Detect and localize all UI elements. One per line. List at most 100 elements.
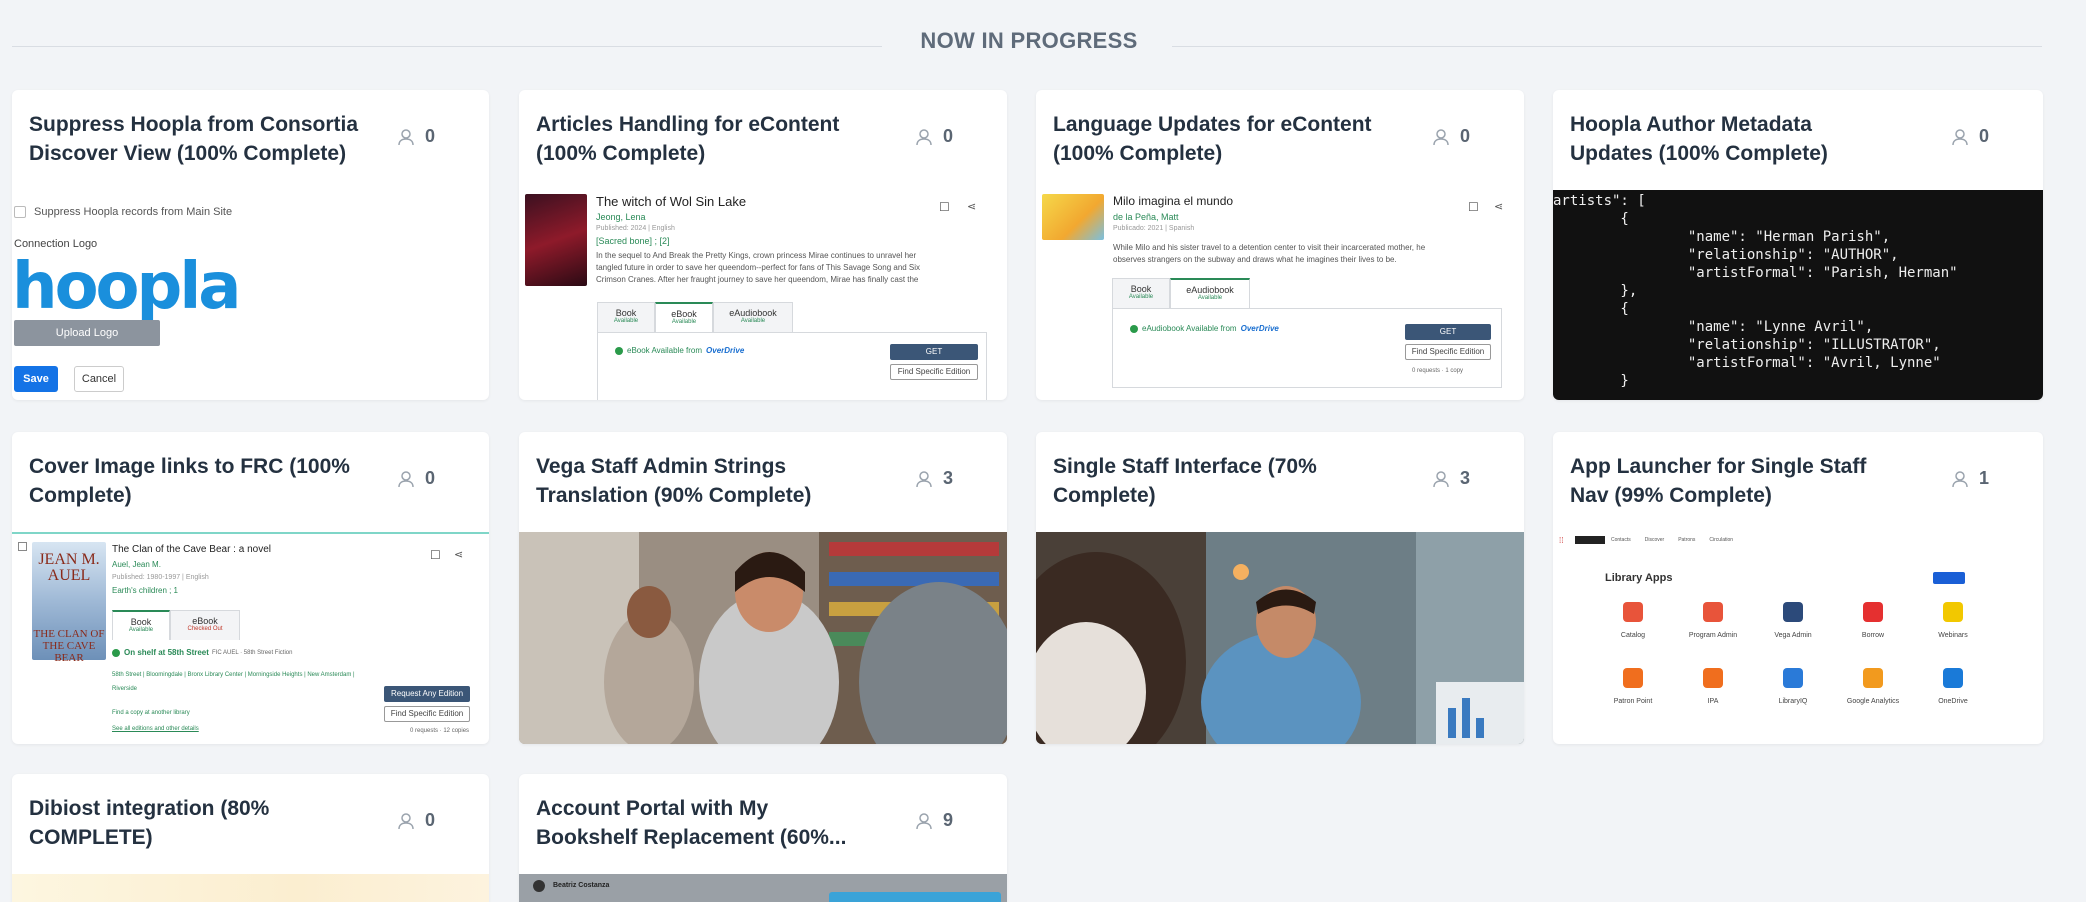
select-checkbox[interactable] — [18, 542, 27, 551]
book-author[interactable]: de la Peña, Matt — [1113, 212, 1179, 222]
card-title[interactable]: App Launcher for Single Staff Nav (99% C… — [1570, 452, 1900, 510]
roadmap-card[interactable]: App Launcher for Single Staff Nav (99% C… — [1553, 432, 2043, 744]
save-button[interactable]: Save — [14, 366, 58, 392]
nav-item[interactable]: Circulation — [1709, 537, 1733, 543]
section-header: NOW IN PROGRESS — [12, 20, 2042, 60]
vote-count[interactable]: 0 — [914, 126, 953, 147]
roadmap-card[interactable]: Hoopla Author Metadata Updates (100% Com… — [1553, 90, 2043, 400]
app-tile[interactable]: Catalog — [1593, 602, 1673, 639]
nav-item[interactable]: Discover — [1645, 537, 1664, 543]
nav-item[interactable]: Patrons — [1678, 537, 1695, 543]
checkbox-box[interactable] — [14, 206, 26, 218]
card-title[interactable]: Account Portal with My Bookshelf Replace… — [536, 794, 866, 852]
card-thumbnail: Suppress Hoopla records from Main Site C… — [12, 190, 489, 400]
app-tile[interactable]: OneDrive — [1913, 668, 1993, 705]
cancel-button[interactable]: Cancel — [74, 366, 124, 392]
book-title[interactable]: The witch of Wol Sin Lake — [596, 194, 746, 209]
user-icon — [398, 128, 414, 145]
app-tile[interactable]: Patron Point — [1593, 668, 1673, 705]
card-title[interactable]: Articles Handling for eContent (100% Com… — [536, 110, 866, 168]
roadmap-card[interactable]: Dibiost integration (80% COMPLETE) 0 — [12, 774, 489, 902]
tab-ebook[interactable]: eBook Checked Out — [170, 610, 240, 640]
app-tile[interactable]: IPA — [1673, 668, 1753, 705]
tab-book[interactable]: Book Available — [112, 610, 170, 640]
branch-list[interactable]: 58th Street | Bloomingdale | Bronx Libra… — [112, 668, 362, 696]
app-tile[interactable]: Google Analytics — [1833, 668, 1913, 705]
card-title[interactable]: Hoopla Author Metadata Updates (100% Com… — [1570, 110, 1900, 168]
divider — [1172, 46, 2042, 47]
check-icon — [615, 346, 623, 355]
section-title: NOW IN PROGRESS — [920, 28, 1138, 53]
find-copy-link[interactable]: Find a copy at another library — [112, 710, 190, 716]
vote-count[interactable]: 9 — [914, 810, 953, 831]
roadmap-card[interactable]: Single Staff Interface (70% Complete) 3 — [1036, 432, 1524, 744]
roadmap-card[interactable]: Vega Staff Admin Strings Translation (90… — [519, 432, 1007, 744]
vote-count[interactable]: 0 — [1431, 126, 1470, 147]
card-title[interactable]: Dibiost integration (80% COMPLETE) — [29, 794, 359, 852]
vote-count[interactable]: 1 — [1950, 468, 1989, 489]
book-title[interactable]: Milo imagina el mundo — [1113, 194, 1233, 208]
app-icon — [1703, 668, 1723, 688]
user-icon — [916, 812, 932, 829]
filter-button[interactable] — [1933, 572, 1965, 584]
bookmark-icon[interactable]: ☐ — [1468, 200, 1479, 214]
book-author[interactable]: Auel, Jean M. — [112, 560, 161, 569]
card-title[interactable]: Cover Image links to FRC (100% Complete) — [29, 452, 359, 510]
vote-count[interactable]: 3 — [1431, 468, 1470, 489]
roadmap-card[interactable]: Suppress Hoopla from Consortia Discover … — [12, 90, 489, 400]
vote-number: 3 — [942, 468, 953, 488]
suppress-checkbox[interactable]: Suppress Hoopla records from Main Site — [14, 206, 232, 218]
card-title[interactable]: Single Staff Interface (70% Complete) — [1053, 452, 1383, 510]
code-snippet: artists": [ { "name": "Herman Parish", "… — [1553, 190, 2043, 400]
app-tile[interactable]: Borrow — [1833, 602, 1913, 639]
book-series[interactable]: Earth's children ; 1 — [112, 586, 178, 595]
app-label: Program Admin — [1688, 632, 1738, 639]
share-icon[interactable]: ⋖ — [1494, 200, 1503, 213]
share-icon[interactable]: ⋖ — [454, 548, 463, 561]
vote-count[interactable]: 0 — [396, 126, 435, 147]
app-tile[interactable]: Program Admin — [1673, 602, 1753, 639]
get-button[interactable]: GET — [1405, 324, 1491, 340]
app-tile[interactable]: LibraryIQ — [1753, 668, 1833, 705]
share-icon[interactable]: ⋖ — [967, 200, 976, 213]
nav-item[interactable]: Contacts — [1611, 537, 1631, 543]
tab-eaudiobook[interactable]: eAudiobook Available — [713, 302, 793, 332]
app-tile[interactable]: Webinars — [1913, 602, 1993, 639]
card-title[interactable]: Vega Staff Admin Strings Translation (90… — [536, 452, 866, 510]
tab-eaudiobook[interactable]: eAudiobook Available — [1170, 278, 1250, 308]
roadmap-card[interactable]: Account Portal with My Bookshelf Replace… — [519, 774, 1007, 902]
book-cover — [525, 194, 587, 286]
card-title[interactable]: Language Updates for eContent (100% Comp… — [1053, 110, 1383, 168]
bookmark-icon[interactable]: ☐ — [939, 200, 950, 214]
roadmap-card[interactable]: Language Updates for eContent (100% Comp… — [1036, 90, 1524, 400]
see-all-link[interactable]: See all editions and other details — [112, 726, 199, 732]
vote-count[interactable]: 3 — [914, 468, 953, 489]
tab-book[interactable]: Book Available — [1112, 278, 1170, 308]
vote-count[interactable]: 0 — [396, 810, 435, 831]
request-any-edition-button[interactable]: Request Any Edition — [384, 686, 470, 702]
upload-logo-button[interactable]: Upload Logo — [14, 320, 160, 346]
find-edition-button[interactable]: Find Specific Edition — [384, 706, 470, 722]
find-edition-button[interactable]: Find Specific Edition — [1405, 344, 1491, 360]
tab-ebook[interactable]: eBook Available — [655, 302, 713, 332]
bookmark-icon[interactable]: ☐ — [430, 548, 441, 562]
card-title[interactable]: Suppress Hoopla from Consortia Discover … — [29, 110, 359, 168]
tab-book[interactable]: Book Available — [597, 302, 655, 332]
grid-icon[interactable]: ⁞⁞ — [1559, 536, 1563, 545]
library-photo — [519, 532, 1007, 744]
find-edition-button[interactable]: Find Specific Edition — [890, 364, 978, 380]
book-series[interactable]: [Sacred bone] ; [2] — [596, 236, 670, 246]
book-title[interactable]: The Clan of the Cave Bear : a novel — [112, 544, 271, 555]
book-author[interactable]: Jeong, Lena — [596, 212, 646, 222]
app-tile[interactable]: Vega Admin — [1753, 602, 1833, 639]
vote-count[interactable]: 0 — [1950, 126, 1989, 147]
get-button[interactable]: GET — [890, 344, 978, 360]
app-logo — [1575, 536, 1605, 544]
app-icon — [1783, 668, 1803, 688]
vote-count[interactable]: 0 — [396, 468, 435, 489]
tab-label: Book — [615, 308, 637, 318]
roadmap-card[interactable]: Articles Handling for eContent (100% Com… — [519, 90, 1007, 400]
roadmap-card[interactable]: Cover Image links to FRC (100% Complete)… — [12, 432, 489, 744]
vote-number: 9 — [942, 810, 953, 830]
shelf-text: On shelf at 58th Street — [124, 648, 209, 657]
